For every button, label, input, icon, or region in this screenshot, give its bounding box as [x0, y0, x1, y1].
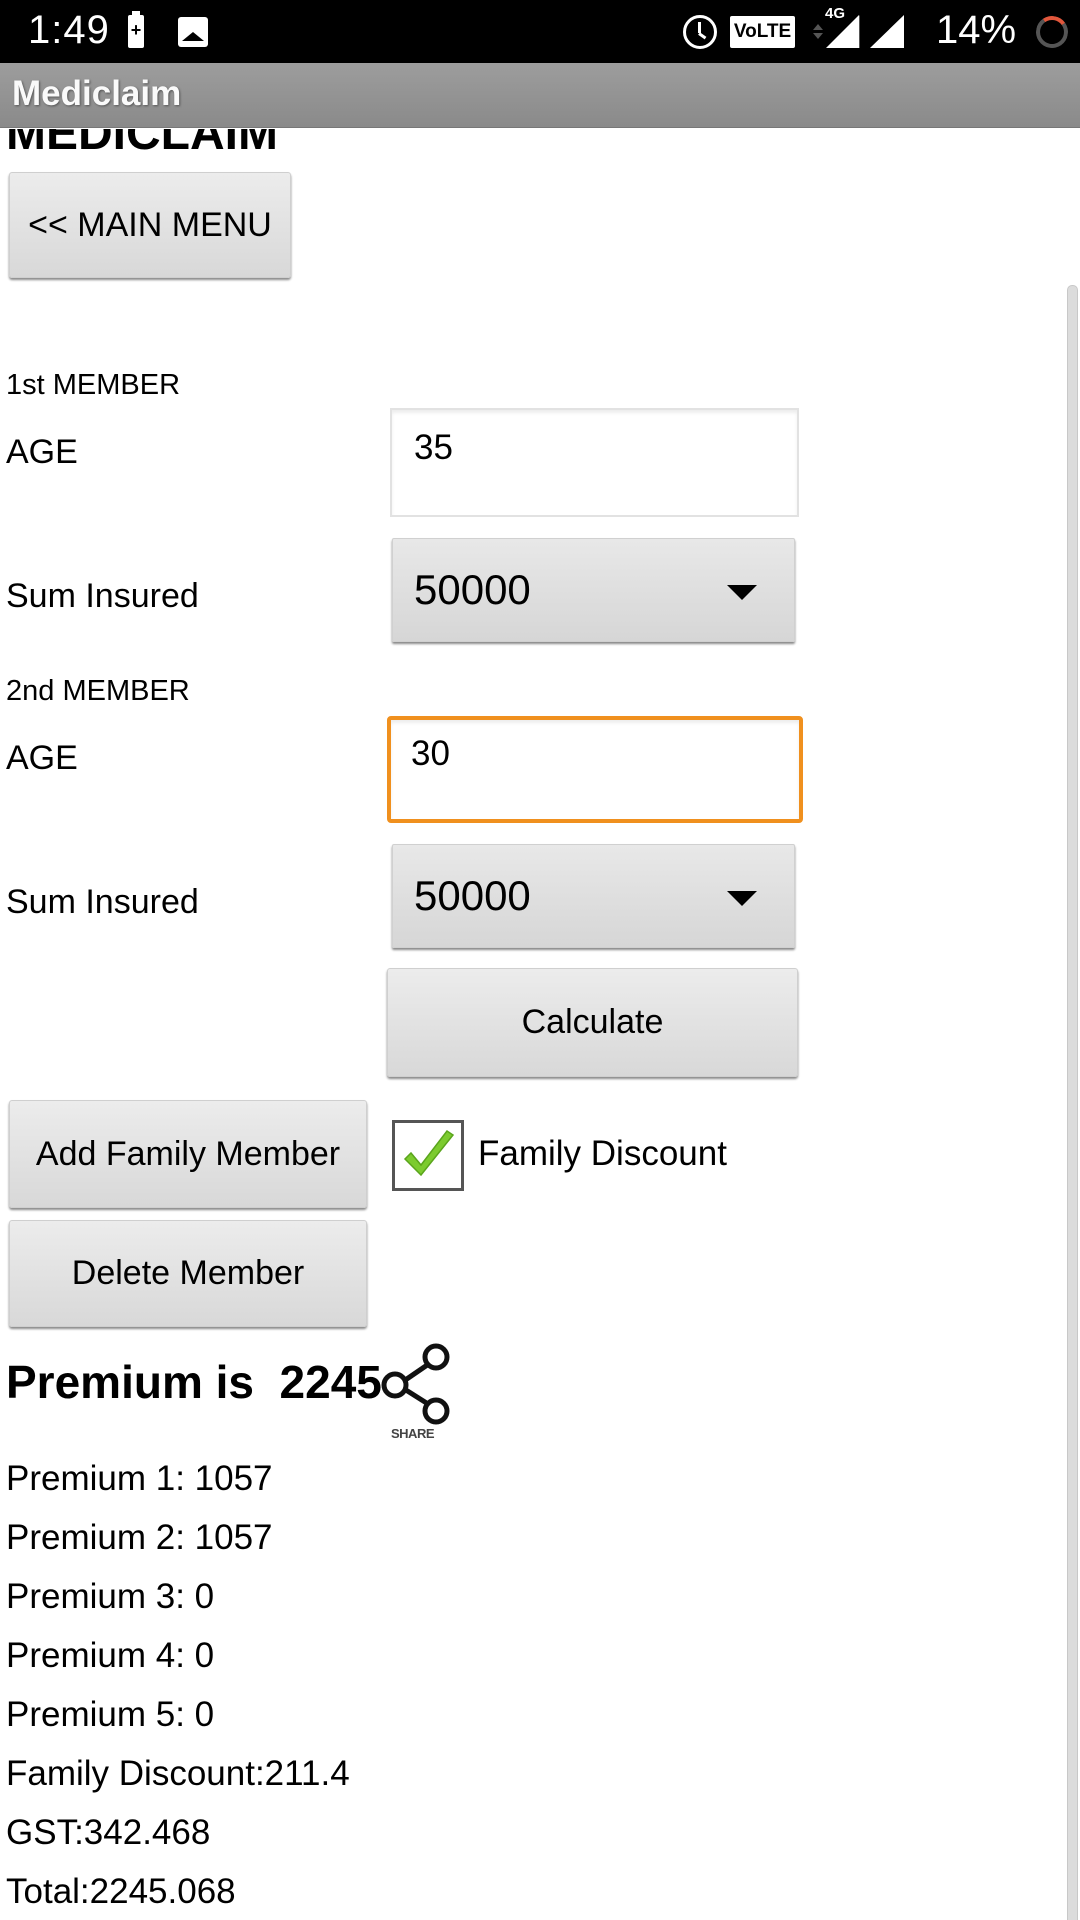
dropdown-arrow-icon: [727, 585, 757, 600]
data-activity-down-icon: [813, 33, 823, 39]
share-label: SHARE: [391, 1426, 435, 1441]
family-discount-value: Family Discount:211.4: [6, 1754, 350, 1793]
premium-line-2: Premium 2: 1057: [6, 1518, 273, 1557]
member-1-sum-value: 50000: [414, 566, 531, 613]
share-button[interactable]: SHARE: [378, 1343, 464, 1445]
share-icon: [381, 1343, 450, 1425]
family-discount-label: Family Discount: [478, 1134, 727, 1173]
main-menu-button[interactable]: << MAIN MENU: [9, 172, 291, 278]
gst-value: GST:342.468: [6, 1813, 211, 1852]
total-value: Total:2245.068: [6, 1872, 236, 1911]
battery-percent: 14%: [936, 8, 1017, 52]
image-icon: [178, 17, 208, 47]
app-title: Mediclaim: [12, 74, 182, 113]
vertical-scrollbar[interactable]: [1067, 285, 1078, 1920]
family-discount-checkbox[interactable]: [392, 1120, 464, 1191]
data-activity-up-icon: [813, 24, 823, 30]
calculate-button[interactable]: Calculate: [387, 968, 798, 1077]
battery-ring-icon: [1033, 13, 1071, 51]
add-family-member-button[interactable]: Add Family Member: [9, 1100, 367, 1208]
volte-icon: VoLTE: [730, 16, 795, 48]
premium-line-1: Premium 1: 1057: [6, 1459, 273, 1498]
member-2-age-label: AGE: [6, 739, 78, 777]
network-type-label: 4G: [825, 5, 846, 22]
member-1-sum-label: Sum Insured: [6, 577, 199, 615]
member-2-sum-value: 50000: [414, 872, 531, 919]
member-1-header: 1st MEMBER: [6, 369, 181, 401]
dropdown-arrow-icon: [727, 891, 757, 906]
member-2-header: 2nd MEMBER: [6, 675, 190, 707]
member-1-sum-insured-dropdown[interactable]: 50000: [392, 538, 795, 642]
main-content: MEDICLAIM << MAIN MENU 1st MEMBER AGE 35…: [0, 129, 1080, 1920]
battery-charging-icon: +: [128, 11, 144, 48]
signal-icon: [870, 15, 904, 48]
page-heading: MEDICLAIM: [6, 129, 278, 160]
member-1-age-label: AGE: [6, 433, 78, 471]
delete-member-button[interactable]: Delete Member: [9, 1220, 367, 1327]
member-1-age-input[interactable]: 35: [390, 408, 799, 517]
checkmark-icon: [403, 1129, 455, 1177]
premium-line-4: Premium 4: 0: [6, 1636, 215, 1675]
member-2-sum-label: Sum Insured: [6, 883, 199, 921]
alarm-icon: [683, 15, 717, 49]
status-bar: 1:49 + VoLTE 4G 14%: [0, 0, 1080, 63]
premium-total-heading: Premium is 2245: [6, 1356, 382, 1408]
premium-line-5: Premium 5: 0: [6, 1695, 215, 1734]
member-2-age-input[interactable]: 30: [387, 716, 803, 823]
status-time: 1:49: [28, 8, 110, 52]
member-2-sum-insured-dropdown[interactable]: 50000: [392, 844, 795, 948]
title-bar: Mediclaim: [0, 63, 1080, 128]
premium-line-3: Premium 3: 0: [6, 1577, 215, 1616]
